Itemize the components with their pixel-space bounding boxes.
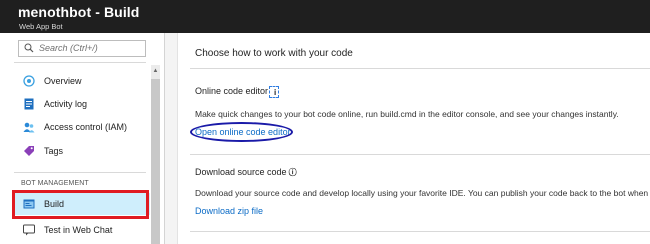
app-title: menothbot - Build xyxy=(18,4,140,20)
sidebar-item-activity-log[interactable]: Activity log xyxy=(14,93,150,115)
search-box[interactable]: Search (Ctrl+/) xyxy=(18,40,146,57)
download-source-title: Download source code ⓘ xyxy=(195,167,297,178)
online-editor-description: Make quick changes to your bot code onli… xyxy=(195,109,619,119)
sidebar-item-label: Activity log xyxy=(44,99,88,109)
online-editor-title: Online code editor i xyxy=(195,85,280,98)
app-subtitle: Web App Bot xyxy=(19,22,63,31)
scrollbar-thumb[interactable] xyxy=(151,79,160,244)
section-label-bot-management: BOT MANAGEMENT xyxy=(21,180,89,187)
sidebar-item-label: Test in Web Chat xyxy=(44,225,113,235)
sidebar-item-label: Overview xyxy=(44,76,82,86)
sidebar: Search (Ctrl+/) Overview Activity log Ac… xyxy=(0,33,164,244)
download-description: Download your source code and develop lo… xyxy=(195,188,650,198)
download-zip-link[interactable]: Download zip file xyxy=(195,206,263,216)
overview-icon xyxy=(23,75,35,87)
sidebar-item-tags[interactable]: Tags xyxy=(14,140,150,162)
search-icon xyxy=(24,43,34,53)
access-control-icon xyxy=(23,122,35,133)
download-source-label: Download source code xyxy=(195,167,287,177)
chat-icon xyxy=(23,224,35,236)
divider xyxy=(190,68,650,69)
divider xyxy=(14,62,146,63)
info-icon[interactable]: ⓘ xyxy=(289,168,297,177)
highlight-ellipse xyxy=(190,122,293,142)
sidebar-item-overview[interactable]: Overview xyxy=(14,70,150,92)
info-icon[interactable]: i xyxy=(269,86,280,98)
highlight-box xyxy=(12,190,149,219)
sidebar-item-access-control[interactable]: Access control (IAM) xyxy=(14,116,150,138)
divider xyxy=(190,231,650,232)
activity-log-icon xyxy=(24,98,34,110)
online-editor-label: Online code editor xyxy=(195,86,269,96)
divider xyxy=(190,154,650,155)
search-input[interactable]: Search (Ctrl+/) xyxy=(39,43,98,53)
tag-icon xyxy=(24,146,34,156)
main-content: Choose how to work with your code Online… xyxy=(178,33,650,244)
divider xyxy=(14,172,146,173)
page-title: Choose how to work with your code xyxy=(195,48,353,59)
scroll-up-icon[interactable]: ▲ xyxy=(151,66,160,76)
sidebar-item-label: Tags xyxy=(44,146,64,156)
sidebar-item-label: Access control (IAM) xyxy=(44,122,128,132)
sidebar-item-test-in-web-chat[interactable]: Test in Web Chat xyxy=(14,219,150,241)
title-bar: menothbot - Build Web App Bot xyxy=(0,0,650,33)
blade-gutter xyxy=(165,33,178,244)
